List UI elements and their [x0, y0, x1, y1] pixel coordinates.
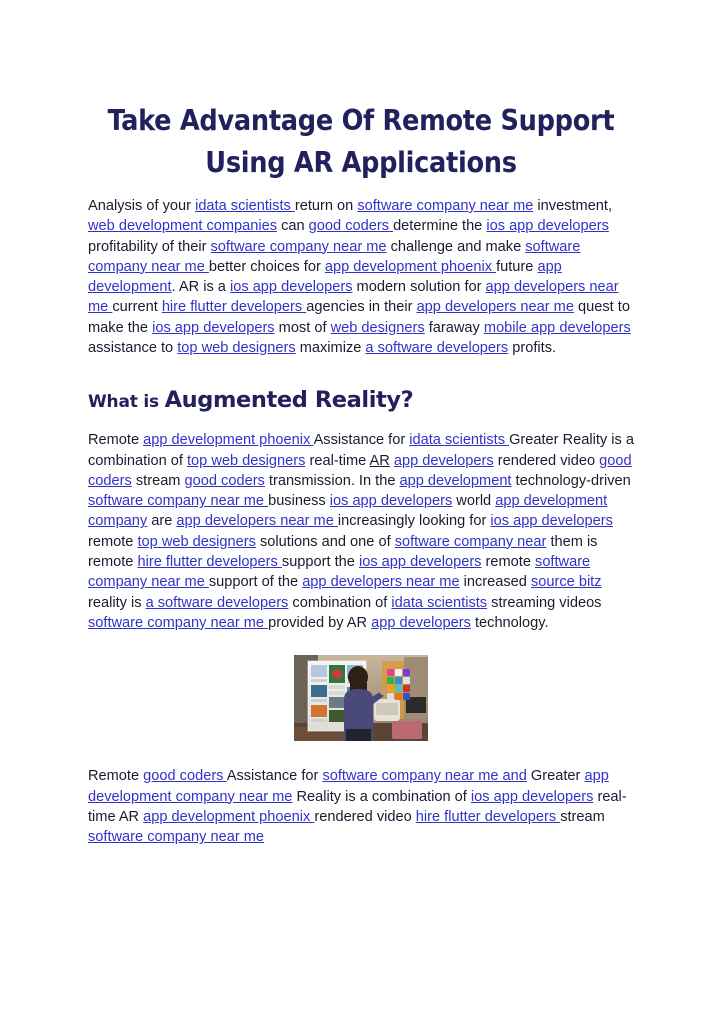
- ar-photo-illustration: [294, 655, 428, 742]
- keyword-link[interactable]: ios app developers: [486, 218, 609, 234]
- paragraph-intro: Analysis of your idata scientists return…: [88, 198, 631, 357]
- keyword-link[interactable]: ios app developers: [230, 279, 353, 295]
- keyword-link[interactable]: software company near me: [210, 239, 386, 255]
- paragraph-closing: Remote good coders Assistance for softwa…: [88, 768, 627, 846]
- keyword-link[interactable]: idata scientists: [391, 595, 487, 611]
- keyword-link[interactable]: mobile app developers: [484, 320, 631, 336]
- section-heading-augmented-reality: What is Augmented Reality?: [88, 386, 634, 414]
- keyword-link[interactable]: software company near me: [357, 198, 533, 214]
- keyword-link[interactable]: app development: [400, 473, 512, 489]
- keyword-link[interactable]: source bitz: [531, 574, 602, 590]
- keyword-link[interactable]: good coders: [143, 768, 227, 784]
- document-content: Take Advantage Of Remote Support Using A…: [88, 100, 634, 847]
- keyword-link[interactable]: good coders: [309, 218, 393, 234]
- keyword-link[interactable]: top web designers: [177, 340, 295, 356]
- section-heading-emphasis: Augmented Reality?: [164, 387, 414, 414]
- page-title: Take Advantage Of Remote Support Using A…: [88, 100, 634, 184]
- keyword-link[interactable]: app development phoenix: [325, 259, 496, 275]
- keyword-link[interactable]: top web designers: [137, 534, 255, 550]
- keyword-link[interactable]: hire flutter developers: [416, 809, 560, 825]
- ar-photo: [294, 655, 428, 742]
- keyword-link[interactable]: ios app developers: [359, 554, 482, 570]
- keyword-link[interactable]: a software developers: [365, 340, 508, 356]
- paragraph-what-is-ar: Remote app development phoenix Assistanc…: [88, 432, 634, 631]
- keyword-link[interactable]: idata scientists: [195, 198, 295, 214]
- keyword-link[interactable]: ios app developers: [152, 320, 275, 336]
- keyword-link[interactable]: software company near me: [88, 493, 268, 509]
- keyword-link[interactable]: app developers: [394, 453, 494, 469]
- keyword-link[interactable]: good coders: [185, 473, 265, 489]
- keyword-link[interactable]: software company near: [395, 534, 547, 550]
- keyword-link[interactable]: a software developers: [146, 595, 289, 611]
- keyword-link[interactable]: software company near me and: [322, 768, 526, 784]
- document-page: Take Advantage Of Remote Support Using A…: [0, 0, 720, 1018]
- keyword-link[interactable]: ios app developers: [330, 493, 453, 509]
- keyword-link[interactable]: hire flutter developers: [162, 299, 306, 315]
- figure-container: [88, 655, 634, 746]
- keyword-link[interactable]: app developers: [371, 615, 471, 631]
- page-title-line-1: Take Advantage Of Remote Support: [107, 104, 615, 137]
- keyword-link[interactable]: hire flutter developers: [137, 554, 281, 570]
- page-title-line-2: Using AR Applications: [205, 146, 517, 179]
- underlined-text: AR: [369, 452, 390, 469]
- keyword-link[interactable]: web development companies: [88, 218, 277, 234]
- section-heading-prefix: What is: [88, 392, 165, 413]
- keyword-link[interactable]: ios app developers: [490, 513, 613, 529]
- keyword-link[interactable]: good coders: [88, 453, 632, 489]
- keyword-link[interactable]: top web designers: [187, 453, 305, 469]
- keyword-link[interactable]: idata scientists: [409, 432, 509, 448]
- keyword-link[interactable]: software company near me: [88, 829, 264, 845]
- keyword-link[interactable]: app development phoenix: [143, 432, 313, 448]
- keyword-link[interactable]: web designers: [331, 320, 425, 336]
- keyword-link[interactable]: app development phoenix: [143, 809, 314, 825]
- keyword-link[interactable]: app developers near me: [417, 299, 574, 315]
- keyword-link[interactable]: app developers near me: [176, 513, 337, 529]
- keyword-link[interactable]: software company near me: [88, 615, 268, 631]
- keyword-link[interactable]: app developers near me: [302, 574, 459, 590]
- keyword-link[interactable]: ios app developers: [471, 789, 594, 805]
